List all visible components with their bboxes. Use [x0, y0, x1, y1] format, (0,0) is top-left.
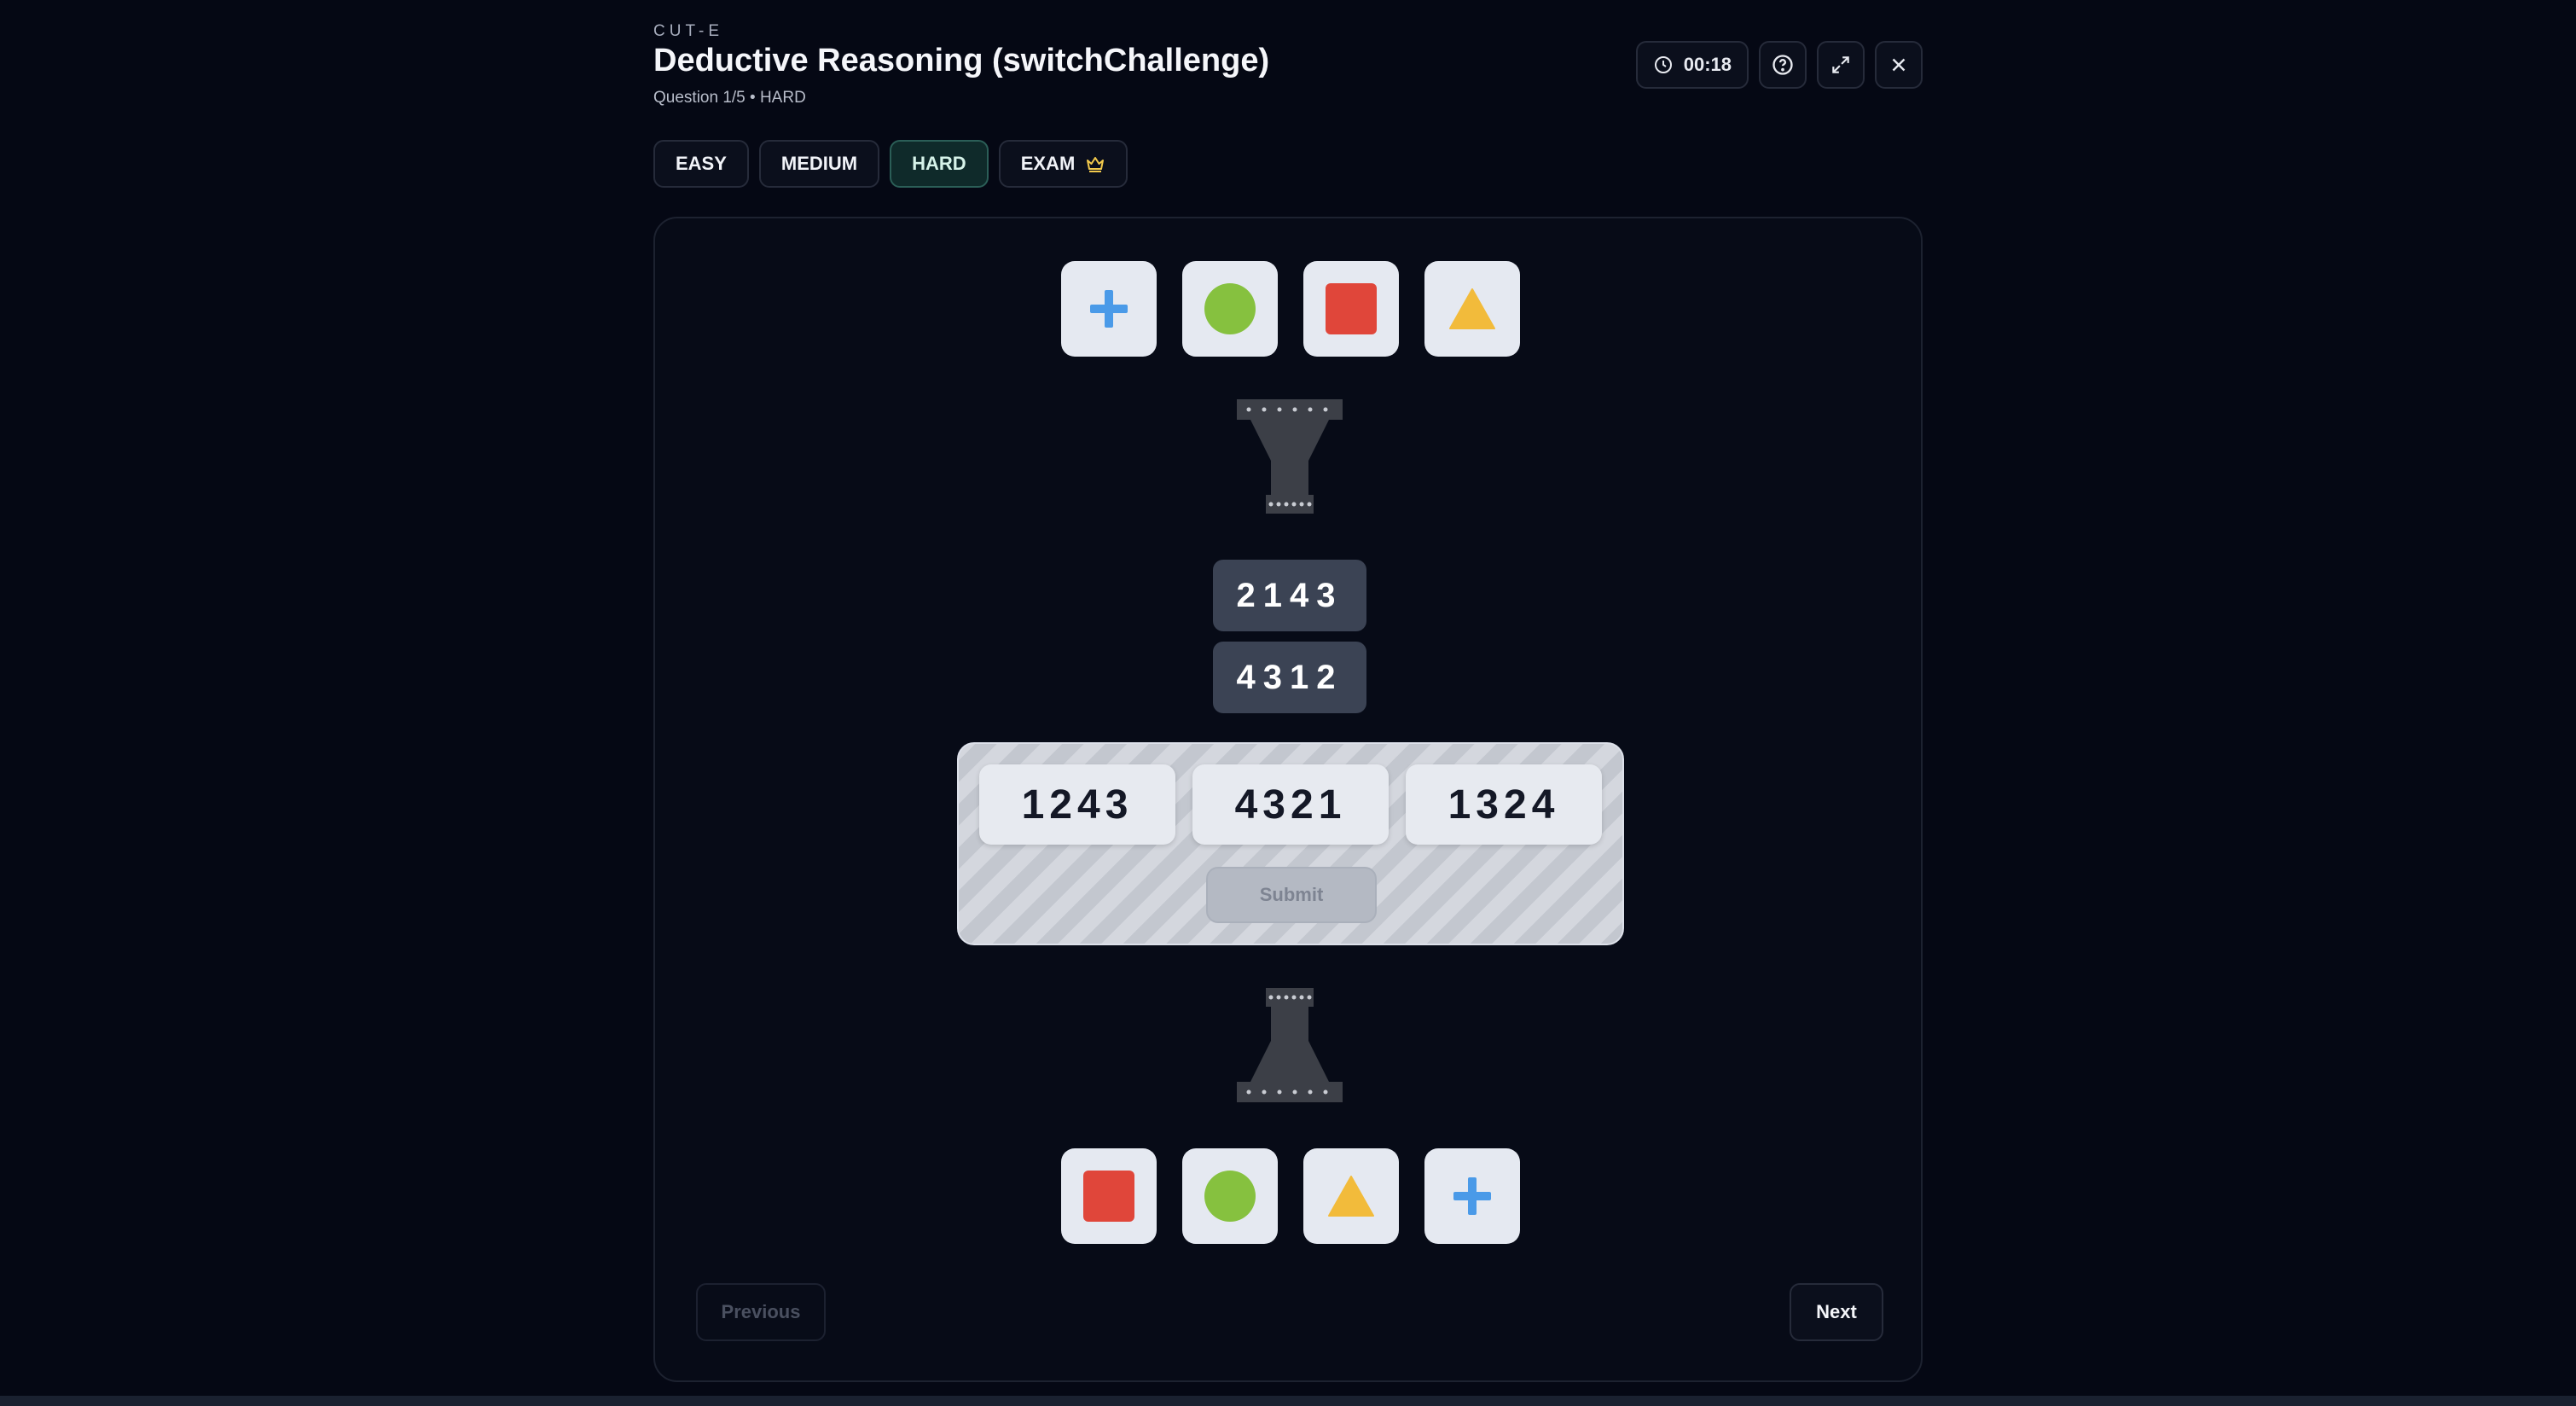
page-title: Deductive Reasoning (switchChallenge)	[653, 43, 1270, 78]
tab-label: MEDIUM	[780, 153, 858, 174]
square-icon	[1326, 283, 1377, 334]
submit-button[interactable]: Submit	[1206, 867, 1377, 923]
circle-icon	[1204, 1171, 1256, 1222]
quiz-page: CUT-E Deductive Reasoning (switchChallen…	[653, 0, 1923, 1406]
timer-value: 00:18	[1683, 54, 1732, 75]
shape-tile	[1061, 1148, 1157, 1244]
output-shapes	[1061, 1148, 1520, 1244]
tab-easy[interactable]: EASY	[653, 140, 749, 188]
answer-option[interactable]: 1324	[1406, 764, 1602, 845]
shape-tile	[1182, 261, 1278, 357]
bottom-bar	[0, 1396, 2576, 1406]
close-button[interactable]	[1875, 41, 1923, 89]
clock-icon	[1654, 56, 1672, 73]
close-icon	[1892, 58, 1906, 72]
answer-option[interactable]: 4321	[1192, 764, 1389, 845]
square-icon	[1083, 1171, 1134, 1222]
expand-icon	[1832, 56, 1849, 73]
fullscreen-button[interactable]	[1817, 41, 1865, 89]
difficulty-tabs: EASY MEDIUM HARD EXAM	[653, 140, 1128, 188]
shape-tile	[1424, 1148, 1520, 1244]
switch-code: 2143	[1213, 560, 1366, 631]
next-button[interactable]: Next	[1790, 1283, 1883, 1341]
plus-icon	[1453, 1177, 1491, 1215]
question-progress: Question 1/5 • HARD	[653, 89, 806, 107]
tab-exam[interactable]: EXAM	[998, 140, 1128, 188]
funnel-connector-icon	[1237, 988, 1343, 1102]
crown-icon	[1087, 157, 1105, 172]
shape-tile	[1182, 1148, 1278, 1244]
previous-button[interactable]: Previous	[696, 1283, 826, 1341]
input-shapes	[1061, 261, 1520, 357]
triangle-icon	[1449, 288, 1495, 329]
help-circle-icon	[1772, 55, 1793, 75]
triangle-icon	[1328, 1176, 1374, 1217]
switch-code: 4312	[1213, 642, 1366, 713]
plus-icon	[1090, 290, 1128, 328]
tab-label: EASY	[676, 153, 727, 174]
shape-tile	[1424, 261, 1520, 357]
circle-icon	[1204, 283, 1256, 334]
answer-panel: 1243 4321 1324 Submit	[957, 742, 1624, 945]
answer-option[interactable]: 1243	[979, 764, 1175, 845]
tab-hard[interactable]: HARD	[890, 140, 989, 188]
tab-label: EXAM	[1020, 153, 1076, 174]
timer: 00:18	[1635, 41, 1749, 89]
shape-tile	[1061, 261, 1157, 357]
shape-tile	[1303, 1148, 1399, 1244]
shape-tile	[1303, 261, 1399, 357]
tab-medium[interactable]: MEDIUM	[758, 140, 880, 188]
top-controls: 00:18	[1635, 41, 1923, 89]
provider-label: CUT-E	[653, 22, 723, 40]
funnel-connector-icon	[1237, 399, 1343, 514]
help-button[interactable]	[1759, 41, 1807, 89]
question-card: 2143 4312 1243 4321 1324 Submit Previous…	[653, 217, 1923, 1382]
tab-label: HARD	[912, 153, 966, 174]
